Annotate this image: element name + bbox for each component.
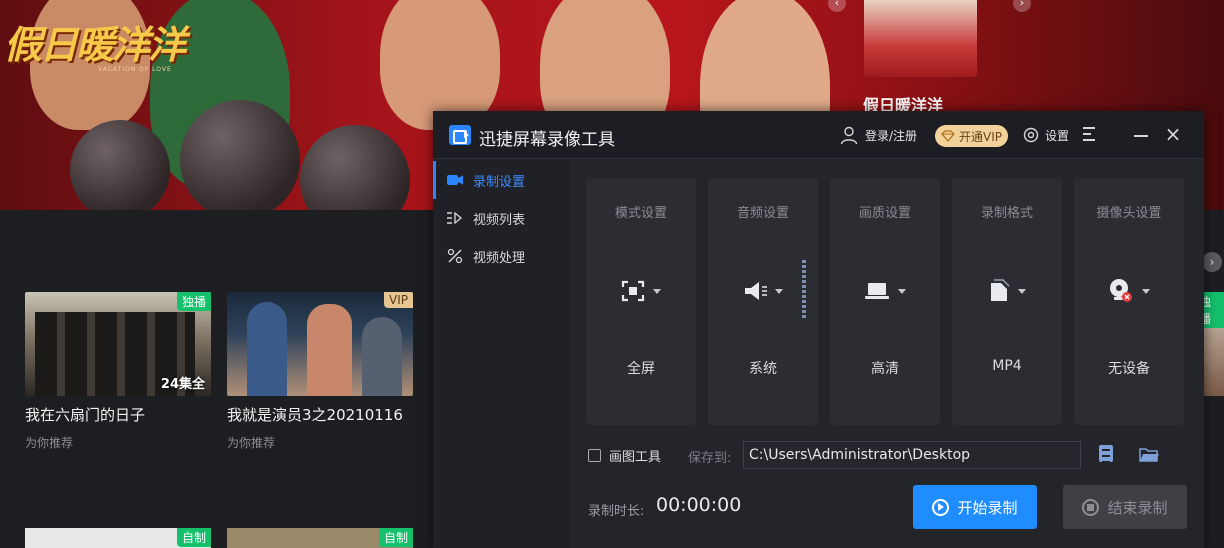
balloon (70, 120, 170, 210)
thumbnail-figure (362, 317, 402, 396)
speaker-icon (745, 282, 767, 300)
recorder-window: 迅捷屏幕录像工具 登录/注册 开通VIP 设置 × 录制设置 视频列表 视频处理… (433, 111, 1204, 548)
camera-dropdown[interactable] (1074, 276, 1184, 306)
video-thumbnail[interactable]: VIP (227, 292, 413, 396)
balloon (180, 100, 300, 210)
panel-mode-settings[interactable]: 模式设置 全屏 (586, 178, 696, 425)
video-title[interactable]: 我就是演员3之20210116 (227, 404, 413, 425)
app-title: 迅捷屏幕录像工具 (479, 130, 615, 150)
vip-button[interactable]: 开通VIP (935, 125, 1008, 147)
video-title[interactable]: 我在六扇门的日子 (25, 404, 211, 425)
panel-value: MP4 (992, 358, 1022, 374)
video-subtitle: 为你推荐 (25, 436, 74, 450)
sidebar-item-label: 视频列表 (473, 212, 526, 228)
stop-record-button[interactable]: 结束录制 (1063, 485, 1187, 529)
minimize-icon[interactable] (1134, 135, 1148, 137)
panel-title: 音频设置 (736, 206, 789, 221)
panel-audio-settings[interactable]: 音频设置 系统 (708, 178, 818, 425)
volume-meter (802, 260, 806, 318)
app-logo-icon (449, 125, 471, 145)
tools-icon (447, 248, 463, 264)
sidebar-item-record-settings[interactable]: 录制设置 (433, 161, 570, 199)
panel-title: 录制格式 (980, 206, 1033, 221)
chevron-down-icon (653, 288, 661, 294)
chevron-down-icon (775, 288, 783, 294)
draw-tool-label: 画图工具 (609, 450, 662, 465)
thumbnail-figure (307, 304, 352, 396)
user-icon (840, 126, 858, 145)
original-badge: 自制 (176, 528, 211, 547)
thumbnail-figure (247, 302, 287, 396)
sidebar-item-label: 视频处理 (473, 250, 526, 266)
save-path-input[interactable]: C:\Users\Administrator\Desktop (743, 441, 1081, 469)
draw-tool-checkbox[interactable] (588, 449, 601, 462)
login-label: 登录/注册 (865, 128, 918, 143)
video-card[interactable]: VIP 我就是演员3之20210116 为你推荐 (227, 292, 413, 451)
title-bar[interactable]: 迅捷屏幕录像工具 登录/注册 开通VIP 设置 × (433, 111, 1204, 159)
folder-icon[interactable] (1139, 447, 1159, 463)
start-record-label: 开始录制 (957, 498, 1018, 517)
webcam-icon (1110, 279, 1132, 302)
video-thumbnail[interactable]: 自制 (25, 528, 211, 548)
save-to-label: 保存到: (688, 451, 732, 466)
sidebar: 录制设置 视频列表 视频处理 (433, 160, 570, 548)
gear-icon (1023, 127, 1039, 143)
panel-value: 高清 (871, 361, 899, 377)
panel-title: 摄像头设置 (1096, 206, 1162, 221)
settings-label: 设置 (1045, 128, 1070, 143)
panel-record-format[interactable]: 录制格式 MP4 (952, 178, 1062, 425)
stop-record-label: 结束录制 (1107, 498, 1168, 517)
panel-value: 全屏 (627, 361, 655, 377)
draw-tool-toggle[interactable]: 画图工具 (588, 446, 661, 465)
vip-badge: VIP (384, 292, 413, 308)
video-thumbnail[interactable]: 自制 (227, 528, 413, 548)
balloon (300, 125, 410, 210)
chevron-down-icon (898, 288, 906, 294)
vip-label: 开通VIP (959, 129, 1002, 144)
banner-logo: 假日暖洋洋 (4, 22, 186, 67)
episode-count: 24集全 (160, 377, 205, 392)
file-list-icon[interactable] (1099, 445, 1113, 463)
diamond-icon (941, 130, 955, 142)
sidebar-item-video-list[interactable]: 视频列表 (433, 199, 570, 237)
panel-quality-settings[interactable]: 画质设置 高清 (830, 178, 940, 425)
duration-value: 00:00:00 (656, 494, 742, 516)
video-subtitle: 为你推荐 (227, 436, 276, 450)
panel-title: 画质设置 (858, 206, 911, 221)
video-thumbnail[interactable]: 独播 24集全 (25, 292, 211, 396)
menu-icon[interactable] (1083, 127, 1099, 143)
video-card[interactable]: 独播 24集全 我在六扇门的日子 为你推荐 (25, 292, 211, 451)
chevron-down-icon (1142, 288, 1150, 294)
chevron-down-icon (1018, 288, 1026, 294)
panel-value: 无设备 (1108, 361, 1150, 377)
banner-thumbnail[interactable] (864, 0, 977, 77)
playlist-icon (447, 212, 463, 224)
panel-value: 系统 (749, 361, 777, 377)
stop-icon (1082, 498, 1100, 516)
sidebar-item-label: 录制设置 (473, 174, 526, 190)
close-icon[interactable]: × (1164, 124, 1182, 144)
original-badge: 自制 (378, 528, 413, 547)
row-next-button[interactable]: › (1202, 252, 1222, 272)
camera-icon (447, 175, 463, 185)
panel-title: 模式设置 (614, 206, 667, 221)
fullscreen-icon (621, 280, 645, 302)
sidebar-item-video-processing[interactable]: 视频处理 (433, 237, 570, 275)
start-record-button[interactable]: 开始录制 (913, 485, 1037, 529)
panel-camera-settings[interactable]: 摄像头设置 无设备 (1074, 178, 1184, 425)
play-icon (932, 498, 950, 516)
laptop-icon (865, 283, 889, 299)
banner-prev-button[interactable]: ‹ (828, 0, 846, 12)
file-icon (991, 279, 1010, 301)
login-button[interactable]: 登录/注册 (839, 125, 917, 145)
settings-button[interactable]: 设置 (1023, 125, 1069, 145)
duration-label: 录制时长: (588, 504, 645, 519)
exclusive-badge: 独播 (176, 292, 211, 311)
banner-logo-subtext: VACATION OF LOVE (98, 66, 172, 73)
format-dropdown[interactable] (952, 276, 1062, 306)
quality-dropdown[interactable] (830, 276, 940, 306)
banner-next-button[interactable]: › (1013, 0, 1031, 12)
mode-dropdown[interactable] (586, 276, 696, 306)
